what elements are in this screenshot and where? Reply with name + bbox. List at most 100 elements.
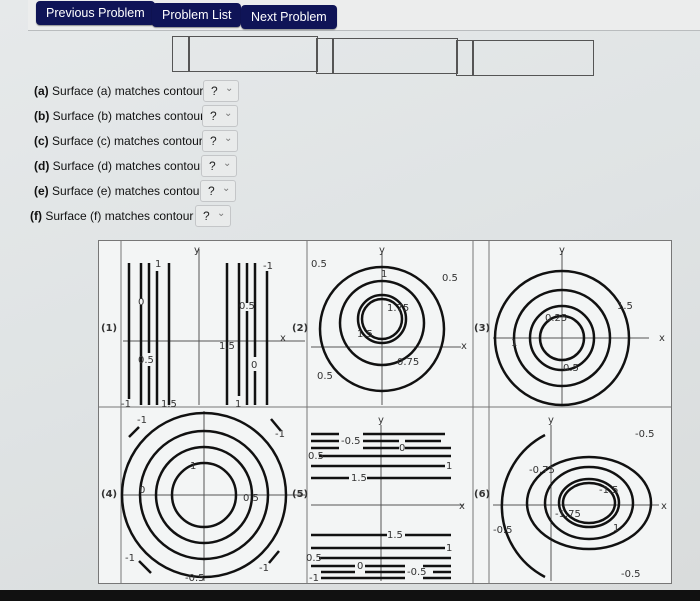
selected-value: ?: [210, 109, 217, 123]
contour-level-label: -0.5: [621, 569, 641, 580]
contour-panel-6: y x -0.5 0 0.5 1 1.5 1.5 1 0.5 0 -0.5 -1: [306, 415, 465, 584]
contour-level-label: 1.5: [617, 301, 633, 312]
panel-label-2: (2): [292, 323, 308, 334]
contour-level-label: -0.75: [529, 465, 555, 476]
answer-select-f[interactable]: ? ⌄: [195, 205, 231, 227]
contour-level-label: 0.5: [138, 355, 154, 366]
y-axis-label: y: [559, 245, 565, 256]
contour-panel-4: y x 0.25 1.5 1 0.5: [493, 245, 665, 407]
contour-lines: [127, 263, 269, 405]
panel-label-3: (3): [474, 323, 490, 334]
contour-level-label: -0.5: [407, 567, 427, 578]
selected-value: ?: [210, 134, 217, 148]
contour-level-label: 1: [446, 461, 452, 472]
y-axis-label: y: [378, 415, 384, 426]
panel-label-6: (6): [474, 489, 490, 500]
question-text: Surface (d) matches contour: [52, 159, 205, 173]
answer-table-cell: [472, 40, 594, 76]
question-b: (b) Surface (b) matches contour: [34, 109, 204, 123]
contour-level-label: 1.5: [351, 473, 367, 484]
x-axis-label: x: [461, 341, 467, 352]
contour-level-label: 0.25: [545, 313, 567, 324]
question-a: (a) Surface (a) matches contour: [34, 84, 203, 98]
contour-level-label: -1: [125, 553, 135, 564]
answer-select-a[interactable]: ? ⌄: [203, 80, 239, 102]
x-axis-label: x: [659, 333, 665, 344]
chevron-down-icon: ⌄: [225, 83, 234, 94]
selected-value: ?: [208, 184, 215, 198]
question-e: (e) Surface (e) matches contour: [34, 184, 203, 198]
question-c: (c) Surface (c) matches contour: [34, 134, 203, 148]
screen-bezel: [0, 590, 700, 601]
contour-level-label: 0.5: [563, 363, 579, 374]
y-axis-label: y: [548, 415, 554, 426]
chevron-down-icon: ⌄: [223, 158, 232, 169]
panel-label-1: (1): [101, 323, 117, 334]
contour-level-label: -1.5: [599, 485, 619, 496]
question-label: (f): [30, 209, 42, 223]
contour-panel-7: y x -0.5 -0.75 -1.5 -1.75 1 -0.5 -0.5: [493, 415, 667, 581]
contour-level-label: -1: [275, 429, 285, 440]
answer-select-d[interactable]: ? ⌄: [201, 155, 237, 177]
contour-level-label: -0.5: [341, 436, 361, 447]
contour-level-label: 0.5: [243, 493, 259, 504]
contour-level-label: -0.5: [185, 573, 205, 583]
contour-level-label: -1: [121, 399, 131, 410]
contour-level-label: -1: [263, 261, 273, 272]
chevron-down-icon: ⌄: [224, 108, 233, 119]
contour-level-label: 1: [155, 259, 161, 270]
contour-level-label: 0: [399, 443, 405, 454]
contour-level-label: 0: [251, 360, 257, 371]
contour-level-label: 0: [139, 485, 145, 496]
contour-level-label: -1: [137, 415, 147, 426]
chevron-down-icon: ⌄: [222, 183, 231, 194]
next-problem-button[interactable]: Next Problem: [241, 5, 337, 29]
chevron-down-icon: ⌄: [217, 208, 226, 219]
selected-value: ?: [211, 84, 218, 98]
question-text: Surface (b) matches contour: [52, 109, 205, 123]
contour-level-label: 1: [190, 461, 196, 472]
contour-level-label: 0.5: [317, 371, 333, 382]
contour-level-label: 1: [446, 543, 452, 554]
question-label: (c): [34, 134, 49, 148]
contour-level-label: 1.5: [161, 399, 177, 410]
question-f: (f) Surface (f) matches contour: [30, 209, 193, 223]
contour-level-label: 0.5: [306, 553, 322, 564]
question-label: (b): [34, 109, 50, 123]
panel-label-5: (5): [292, 489, 308, 500]
contour-level-label: 1.5: [357, 329, 373, 340]
chevron-down-icon: ⌄: [224, 133, 233, 144]
x-axis-label: x: [280, 333, 286, 344]
contour-level-label: 1.75: [387, 303, 409, 314]
contour-level-label: -0.5: [635, 429, 655, 440]
question-label: (d): [34, 159, 50, 173]
contour-panel-1: y x 1 0 0.5 -1 1.5 0.5 1.5 0 1 -1: [121, 245, 305, 410]
question-text: Surface (e) matches contour: [52, 184, 204, 198]
contour-panel-5: -1 -1 1 0 0.5 -1 -0.5 -1: [120, 411, 305, 584]
answer-select-c[interactable]: ? ⌄: [202, 130, 238, 152]
contour-level-label: -0.5: [493, 525, 513, 536]
contour-level-label: 1: [613, 523, 619, 534]
contour-level-label: 1: [511, 338, 517, 349]
answer-select-e[interactable]: ? ⌄: [200, 180, 236, 202]
contour-level-label: 0: [138, 297, 144, 308]
contour-level-label: -1: [309, 573, 319, 583]
previous-problem-button[interactable]: Previous Problem: [36, 1, 155, 25]
contour-level-label: 0.5: [442, 273, 458, 284]
contour-level-label: 0.5: [239, 301, 255, 312]
contour-level-label: 0.5: [308, 451, 324, 462]
question-label: (a): [34, 84, 49, 98]
contour-level-label: 1.5: [219, 341, 235, 352]
contour-panel-3: y x 0.5 1 1.75 1.5 0.75 0.5 0.5: [311, 245, 467, 405]
question-d: (d) Surface (d) matches contour: [34, 159, 204, 173]
x-axis-label: x: [661, 501, 667, 512]
contour-plots-svg: y x 1 0 0.5 -1 1.5 0.5 1.5 0 1 -1 (1) (2…: [99, 241, 671, 584]
contour-level-label: -1.75: [555, 509, 581, 520]
x-axis-label: x: [459, 501, 465, 512]
answer-select-b[interactable]: ? ⌄: [202, 105, 238, 127]
contour-level-label: 0.75: [397, 357, 419, 368]
page: Previous Problem Problem List Next Probl…: [0, 0, 700, 590]
problem-list-button[interactable]: Problem List: [152, 3, 242, 27]
contour-level-label: 0: [357, 561, 363, 572]
question-text: Surface (c) matches contour: [52, 134, 203, 148]
